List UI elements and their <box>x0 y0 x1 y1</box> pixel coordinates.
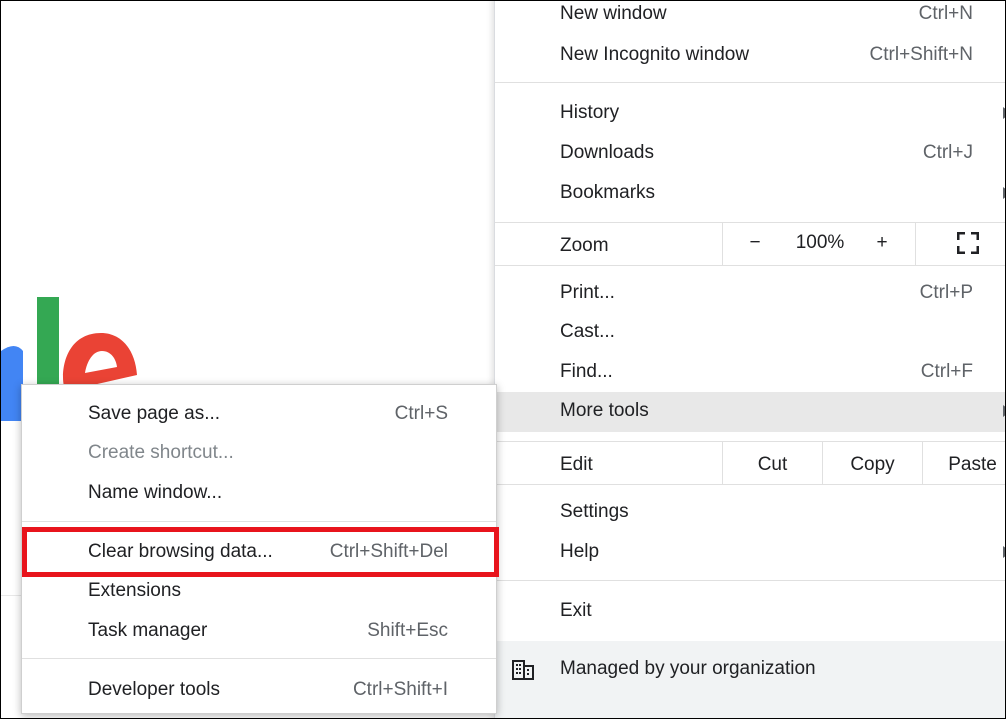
menu-item-shortcut: Ctrl+F <box>920 361 973 382</box>
browser-viewport: New window Ctrl+N New Incognito window C… <box>0 0 1006 719</box>
menu-item-print[interactable]: Print... Ctrl+P <box>495 274 1005 314</box>
menu-item-label: Bookmarks <box>560 182 656 203</box>
menu-separator <box>22 658 496 659</box>
menu-separator <box>22 521 496 522</box>
menu-separator <box>495 441 1005 442</box>
menu-item-more-tools[interactable]: More tools <box>495 392 1005 432</box>
submenu-item-create-shortcut[interactable]: Create shortcut... <box>22 434 496 473</box>
menu-item-bookmarks[interactable]: Bookmarks <box>495 174 1005 214</box>
menu-item-label: Help <box>560 541 600 562</box>
cut-button[interactable]: Cut <box>723 454 822 476</box>
menu-item-shortcut: Ctrl+S <box>394 403 448 424</box>
menu-item-shortcut: Ctrl+J <box>922 142 973 163</box>
submenu-arrow-icon <box>1003 107 1005 119</box>
fullscreen-icon[interactable] <box>957 232 979 254</box>
menu-item-label: Exit <box>560 600 592 621</box>
menu-item-label: More tools <box>560 400 649 421</box>
menu-separator <box>495 580 1005 581</box>
menu-item-label: History <box>560 102 620 123</box>
menu-item-label: Developer tools <box>88 679 221 700</box>
building-icon <box>512 660 534 680</box>
zoom-out-button[interactable]: − <box>740 232 770 254</box>
menu-item-label: Task manager <box>88 620 208 641</box>
menu-separator <box>495 265 1005 266</box>
zoom-in-button[interactable]: + <box>867 232 897 254</box>
menu-item-label: Create shortcut... <box>88 442 234 463</box>
zoom-level: 100% <box>795 232 845 253</box>
menu-item-shortcut: Ctrl+P <box>919 282 973 303</box>
zoom-label: Zoom <box>560 235 609 256</box>
menu-separator <box>495 484 1005 485</box>
menu-item-label: Clear browsing data... <box>88 541 273 562</box>
submenu-arrow-icon <box>1003 546 1005 558</box>
menu-separator <box>495 82 1005 83</box>
managed-label: Managed by your organization <box>560 658 816 679</box>
submenu-item-task-manager[interactable]: Task manager Shift+Esc <box>22 612 496 651</box>
menu-item-find[interactable]: Find... Ctrl+F <box>495 353 1005 393</box>
submenu-item-save-page[interactable]: Save page as... Ctrl+S <box>22 395 496 434</box>
menu-item-new-window[interactable]: New window Ctrl+N <box>495 1 1005 35</box>
menu-separator <box>495 222 1005 223</box>
menu-item-new-incognito-window[interactable]: New Incognito window Ctrl+Shift+N <box>495 36 1005 76</box>
menu-item-shortcut: Ctrl+Shift+N <box>869 44 973 65</box>
menu-item-label: Find... <box>560 361 613 382</box>
menu-item-label: Cast... <box>560 321 615 342</box>
submenu-arrow-icon <box>1003 405 1005 417</box>
menu-item-label: New Incognito window <box>560 44 750 65</box>
chrome-main-menu: New window Ctrl+N New Incognito window C… <box>494 1 1005 718</box>
menu-item-settings[interactable]: Settings <box>495 493 1005 533</box>
menu-item-label: Extensions <box>88 580 181 601</box>
menu-item-label: Print... <box>560 282 615 303</box>
copy-button[interactable]: Copy <box>823 454 922 476</box>
menu-item-shortcut: Ctrl+Shift+I <box>352 679 448 700</box>
zoom-divider <box>915 223 916 265</box>
submenu-item-extensions[interactable]: Extensions <box>22 572 496 611</box>
menu-item-label: Name window... <box>88 482 223 503</box>
menu-item-shortcut: Ctrl+N <box>918 3 973 24</box>
submenu-arrow-icon <box>1003 187 1005 199</box>
managed-by-organization[interactable]: Managed by your organization <box>495 641 1005 718</box>
menu-item-label: Downloads <box>560 142 654 163</box>
menu-item-label: Save page as... <box>88 403 221 424</box>
menu-item-exit[interactable]: Exit <box>495 592 1005 632</box>
submenu-item-developer-tools[interactable]: Developer tools Ctrl+Shift+I <box>22 671 496 710</box>
edit-label: Edit <box>560 454 593 475</box>
menu-item-history[interactable]: History <box>495 94 1005 134</box>
menu-item-downloads[interactable]: Downloads Ctrl+J <box>495 134 1005 174</box>
zoom-divider <box>722 223 723 265</box>
menu-item-help[interactable]: Help <box>495 533 1005 573</box>
menu-item-cast[interactable]: Cast... <box>495 313 1005 353</box>
menu-item-shortcut: Ctrl+Shift+Del <box>329 541 448 562</box>
submenu-item-clear-browsing-data[interactable]: Clear browsing data... Ctrl+Shift+Del <box>22 533 496 572</box>
more-tools-submenu: Save page as... Ctrl+S Create shortcut..… <box>21 384 497 714</box>
paste-button[interactable]: Paste <box>923 454 1005 476</box>
menu-item-label: New window <box>560 3 667 24</box>
menu-item-label: Settings <box>560 501 629 522</box>
menu-item-shortcut: Shift+Esc <box>367 620 448 641</box>
submenu-item-name-window[interactable]: Name window... <box>22 474 496 513</box>
